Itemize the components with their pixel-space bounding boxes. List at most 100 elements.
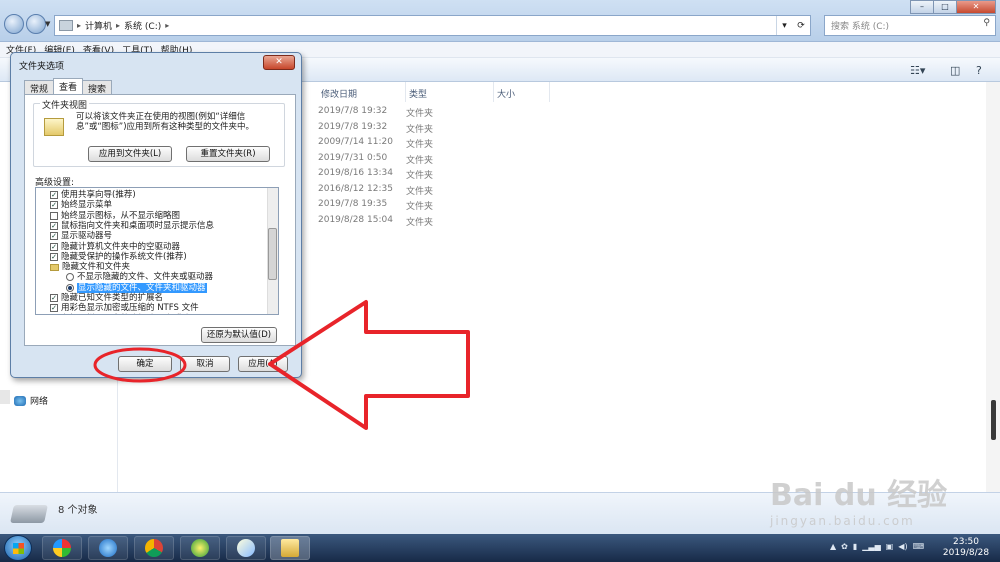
close-window-button[interactable]: ✕ [956,0,996,14]
table-row[interactable]: 2016/8/12 12:35 文件夹 [318,184,558,199]
checkbox[interactable] [50,211,58,220]
advanced-setting-item[interactable]: 在标题栏显示完整路径(仅限经典主题) [50,314,204,315]
table-row[interactable]: 2009/7/14 11:20 文件夹 [318,137,558,152]
advanced-list-scroll-thumb[interactable] [268,228,277,280]
advanced-setting-item[interactable]: 隐藏文件和文件夹 [50,262,130,272]
file-date: 2009/7/14 11:20 [318,137,393,147]
advanced-setting-item[interactable]: ✓ 用彩色显示加密或压缩的 NTFS 文件 [50,303,199,313]
checkbox[interactable]: ✓ [50,221,58,230]
volume-icon[interactable]: ◀) [898,542,907,551]
breadcrumb-separator-icon[interactable]: ▸ [77,21,81,30]
restore-defaults-button[interactable]: 还原为默认值(D) [201,327,277,343]
tab-search[interactable]: 搜索 [82,80,113,95]
checkbox[interactable]: ✓ [50,294,58,302]
table-row[interactable]: 2019/8/16 13:34 文件夹 [318,168,558,183]
checkbox[interactable]: ✓ [50,201,58,210]
breadcrumb-separator-icon[interactable]: ▸ [165,21,169,30]
history-dropdown-icon[interactable]: ▼ [45,20,50,28]
item-count: 8 个对象 [58,505,98,516]
taskbar-app-paint[interactable] [226,536,266,560]
ok-button[interactable]: 确定 [118,356,172,372]
scrollbar-thumb[interactable] [991,400,996,440]
tab-view[interactable]: 查看 [53,78,84,94]
search-input[interactable]: 搜索 系统 (C:) ⚲ [824,15,996,36]
dialog-close-button[interactable]: ✕ [263,55,295,70]
preview-pane-icon[interactable]: ◫ [950,64,960,77]
help-icon[interactable]: ? [976,64,982,77]
advanced-setting-item[interactable]: ✓ 鼠标指向文件夹和桌面项时显示提示信息 [50,221,214,231]
column-header-size[interactable]: 大小 [494,82,550,102]
checkbox[interactable]: ✓ [50,242,58,251]
file-list-scrollbar[interactable] [986,82,1000,492]
taskbar-app-explorer[interactable] [270,536,310,560]
checkbox[interactable]: ✓ [50,191,58,199]
taskbar-app-qq[interactable] [180,536,220,560]
advanced-setting-item[interactable]: ✓ 隐藏受保护的操作系统文件(推荐) [50,252,187,262]
file-date: 2019/7/8 19:35 [318,199,388,209]
back-button[interactable] [4,14,24,34]
setting-label: 显示隐藏的文件、文件夹和驱动器 [77,282,207,293]
minimize-button[interactable]: – [910,0,934,14]
radio-button[interactable] [66,283,74,292]
watermark-url: jingyan.baidu.com [770,514,915,528]
breadcrumb-drive[interactable]: 系统 (C:) [124,19,161,32]
clock-time: 23:50 [953,537,979,547]
battery-icon[interactable]: ▮ [853,542,857,551]
search-icon[interactable]: ⚲ [983,18,990,28]
keyboard-icon[interactable]: ⌨ [913,542,925,551]
file-date: 2019/7/8 19:32 [318,106,388,116]
checkbox[interactable]: ✓ [50,304,58,313]
forward-button[interactable] [26,14,46,34]
advanced-list-scrollbar[interactable] [267,188,278,314]
advanced-setting-item[interactable]: 显示隐藏的文件、文件夹和驱动器 [66,282,207,293]
clock[interactable]: 23:50 2019/8/28 [936,537,996,559]
apply-button[interactable]: 应用(A) [238,356,288,372]
table-row[interactable]: 2019/7/8 19:35 文件夹 [318,199,558,214]
advanced-settings-list[interactable]: ✓ 使用共享向导(推荐) ✓ 始终显示菜单 始终显示图标，从不显示缩略图 ✓ 鼠标指向文件夹… [35,187,279,315]
tray-expand-icon[interactable]: ▲ [830,542,836,551]
watermark-logo-text: Bai du 经验 [770,478,948,513]
nav-item-network[interactable]: 网络 [14,394,48,407]
file-type: 文件夹 [406,186,434,197]
advanced-setting-item[interactable]: ✓ 隐藏已知文件类型的扩展名 [50,293,163,303]
advanced-setting-item[interactable]: ✓ 使用共享向导(推荐) [50,190,136,200]
advanced-setting-item[interactable]: ✓ 显示驱动器号 [50,231,112,241]
table-row[interactable]: 2019/7/8 19:32 文件夹 [318,106,558,121]
checkbox[interactable]: ✓ [50,252,58,261]
advanced-setting-item[interactable]: 始终显示图标，从不显示缩略图 [50,211,180,221]
reset-folders-button[interactable]: 重置文件夹(R) [186,146,270,162]
baidu-watermark: Bai du 经验 jingyan.baidu.com [770,470,948,528]
advanced-setting-item[interactable]: 不显示隐藏的文件、文件夹或驱动器 [66,272,213,282]
taskbar-app-chrome[interactable] [134,536,174,560]
tab-general[interactable]: 常规 [24,80,55,95]
table-row[interactable]: 2019/8/28 15:04 文件夹 [318,215,558,230]
advanced-setting-item[interactable]: ✓ 始终显示菜单 [50,200,112,210]
radio-button[interactable] [66,273,74,282]
breadcrumb-separator-icon[interactable]: ▸ [116,21,120,30]
table-row[interactable]: 2019/7/8 19:32 文件夹 [318,122,558,137]
breadcrumb-computer[interactable]: 计算机 [85,19,112,32]
taskbar: ▲ ✿ ▮ ▁▃▅ ▣ ◀) ⌨ 23:50 2019/8/28 [0,534,1000,562]
paint-icon [237,539,255,557]
start-button[interactable] [4,535,32,561]
address-dropdown-icon[interactable]: ▾ [782,21,787,31]
checkbox[interactable]: ✓ [50,232,58,241]
column-header-type[interactable]: 类型 [406,82,494,102]
table-row[interactable]: 2019/7/31 0:50 文件夹 [318,153,558,168]
explorer-toolbar-top: ▼ ▸ 计算机 ▸ 系统 (C:) ▸ ▾ ⟳ 搜索 系统 (C:) ⚲ – □… [0,0,1000,42]
file-date: 2016/8/12 12:35 [318,183,393,194]
cancel-button[interactable]: 取消 [180,356,230,372]
advanced-setting-item[interactable]: ✓ 隐藏计算机文件夹中的空驱动器 [50,242,180,252]
column-header-date[interactable]: 修改日期 [318,82,406,102]
apply-to-folders-button[interactable]: 应用到文件夹(L) [88,146,172,162]
address-bar[interactable]: ▸ 计算机 ▸ 系统 (C:) ▸ ▾ ⟳ [54,15,811,36]
view-options-icon[interactable]: ☷▾ [910,64,925,77]
maximize-button[interactable]: □ [933,0,957,14]
signal-icon[interactable]: ▁▃▅ [862,542,880,551]
folder-view-icon [44,118,64,136]
taskbar-app-360[interactable] [42,536,82,560]
tray-app-icon[interactable]: ✿ [841,542,848,551]
network-tray-icon[interactable]: ▣ [886,542,894,551]
taskbar-app-ie[interactable] [88,536,128,560]
refresh-icon[interactable]: ⟳ [797,21,805,31]
